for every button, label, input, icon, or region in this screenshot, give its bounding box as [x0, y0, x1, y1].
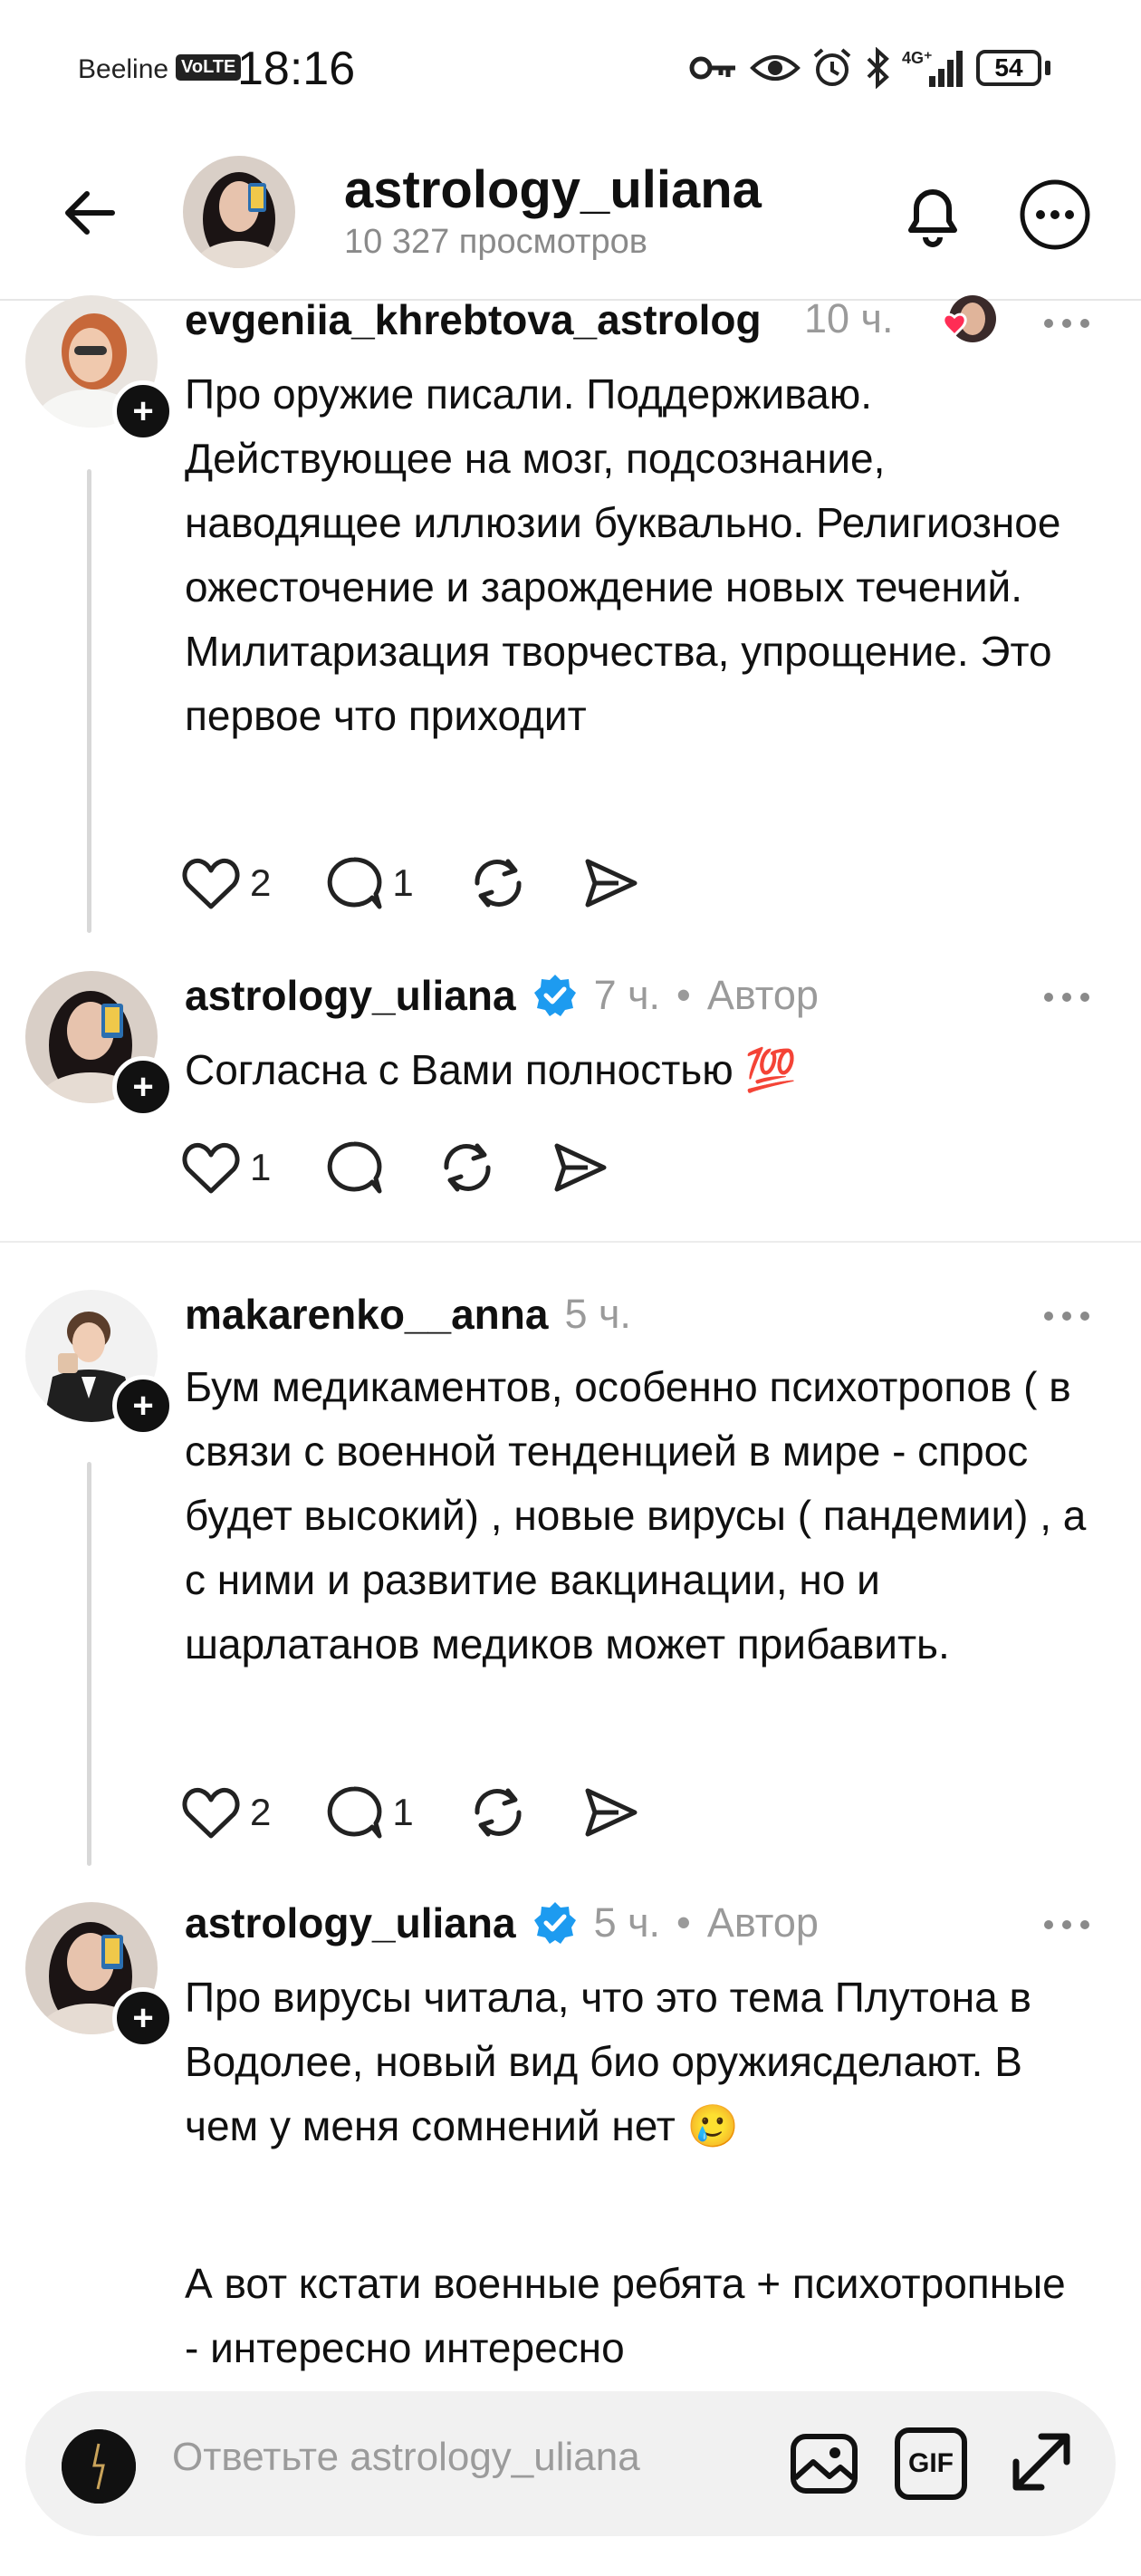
bluetooth-icon [867, 47, 889, 89]
verified-badge-icon [533, 1902, 576, 1944]
repost-button[interactable] [468, 856, 528, 910]
comment-username[interactable]: astrology_uliana [185, 971, 516, 1020]
thread-line [87, 1462, 91, 1866]
expand-icon[interactable] [1005, 2426, 1078, 2498]
reply-count: 1 [392, 1791, 414, 1833]
svg-text:4G⁺: 4G⁺ [902, 49, 933, 67]
comment-actions: 2 1 [181, 851, 695, 915]
comment-bubble-icon [328, 1786, 382, 1839]
bell-icon[interactable] [896, 178, 969, 250]
meta-bullet: • [676, 1899, 691, 1946]
volte-badge: VoLTE [176, 54, 242, 81]
signal-4g-icon: 4G⁺ [902, 49, 963, 87]
comment-time: 5 ч. [564, 1291, 631, 1337]
follow-plus-button[interactable]: + [112, 1056, 174, 1118]
share-button[interactable] [582, 856, 640, 910]
view-count: 10 327 просмотров [344, 223, 647, 261]
comment-more-icon[interactable] [1040, 310, 1094, 337]
like-count: 1 [250, 1146, 272, 1188]
comment-text: Про оружие писали. Поддерживаю. Действую… [185, 370, 1061, 739]
comment-more-icon[interactable] [1040, 984, 1094, 1011]
author-tag: Автор [706, 972, 819, 1018]
battery-icon: 54 [976, 50, 1041, 86]
reply-input[interactable]: Ответьте astrology_uliana [172, 2435, 640, 2480]
comment-username[interactable]: evgeniia_khrebtova_astrolog [185, 295, 762, 344]
gif-button[interactable]: GIF [895, 2427, 967, 2500]
comment-username[interactable]: makarenko__anna [185, 1290, 548, 1339]
meta-bullet: • [676, 972, 691, 1018]
image-picker-icon[interactable] [788, 2427, 860, 2500]
send-icon [585, 859, 638, 908]
thread-line [87, 469, 91, 933]
send-icon [554, 1143, 607, 1192]
comment-time: 7 ч. [593, 972, 661, 1018]
status-icons: 4G⁺ 54 [688, 43, 1050, 92]
like-count: 2 [250, 861, 272, 904]
send-icon [585, 1788, 638, 1837]
header-avatar[interactable] [183, 156, 295, 268]
comment-text-continued: А вот кстати военные ребята + психотропн… [185, 2260, 1066, 2371]
reply-button[interactable] [325, 1140, 383, 1195]
key-icon [689, 56, 735, 80]
thread-divider [0, 1241, 1141, 1243]
like-button[interactable]: 2 [181, 856, 271, 910]
reply-button[interactable]: 1 [325, 856, 414, 910]
heart-icon [182, 1787, 240, 1839]
follow-plus-button[interactable]: + [112, 380, 174, 442]
author-tag: Автор [706, 1899, 819, 1946]
comment-bubble-icon [328, 857, 382, 909]
comment-header: astrology_uliana 5 ч. • Автор [185, 1898, 819, 1947]
share-button[interactable] [582, 1785, 640, 1840]
back-arrow-icon[interactable] [58, 181, 121, 245]
heart-icon [182, 858, 240, 909]
more-options-icon[interactable] [1018, 178, 1092, 252]
repost-icon [475, 1788, 522, 1837]
heart-icon [182, 1142, 240, 1194]
comment-username[interactable]: astrology_uliana [185, 1898, 516, 1947]
repost-button[interactable] [437, 1140, 497, 1195]
like-count: 2 [250, 1791, 272, 1833]
alarm-icon [813, 48, 851, 86]
comment-more-icon[interactable] [1040, 1911, 1094, 1938]
reply-button[interactable]: 1 [325, 1785, 414, 1840]
comment-actions: 2 1 [181, 1781, 695, 1844]
comment-more-icon[interactable] [1040, 1302, 1094, 1330]
status-bar: Beeline VoLTE 18:16 4G⁺ 54 [0, 0, 1141, 136]
comment-header: makarenko__anna 5 ч. [185, 1290, 631, 1339]
like-button[interactable]: 2 [181, 1785, 271, 1840]
battery-tip [1045, 61, 1050, 75]
comment-time: 5 ч. [593, 1899, 661, 1946]
comment-header: astrology_uliana 7 ч. • Автор [185, 971, 819, 1020]
repost-icon [475, 859, 522, 908]
reply-count: 1 [392, 861, 414, 904]
follow-plus-button[interactable]: + [112, 1375, 174, 1437]
comment-time: 10 ч. [804, 295, 894, 341]
comment-text: Согласна с Вами полностью 💯 [185, 1046, 797, 1093]
repost-button[interactable] [468, 1785, 528, 1840]
comment-actions: 1 [181, 1136, 664, 1199]
comment-bubble-icon [328, 1141, 382, 1194]
composer-avatar [62, 2429, 136, 2504]
share-button[interactable] [551, 1140, 609, 1195]
page-title: astrology_uliana [344, 160, 762, 219]
comment-text: Про вирусы читала, что это тема Плутона … [185, 1974, 1031, 2149]
comment-text: Бум медикаментов, особенно психотропов (… [185, 1363, 1087, 1668]
like-button[interactable]: 1 [181, 1140, 271, 1195]
eye-icon [750, 55, 801, 81]
carrier-label: Beeline [78, 54, 169, 84]
liked-by-author-badge [935, 295, 998, 350]
repost-icon [444, 1143, 491, 1192]
verified-badge-icon [533, 975, 576, 1016]
status-time: 18:16 [237, 43, 356, 95]
follow-plus-button[interactable]: + [112, 1987, 174, 2049]
